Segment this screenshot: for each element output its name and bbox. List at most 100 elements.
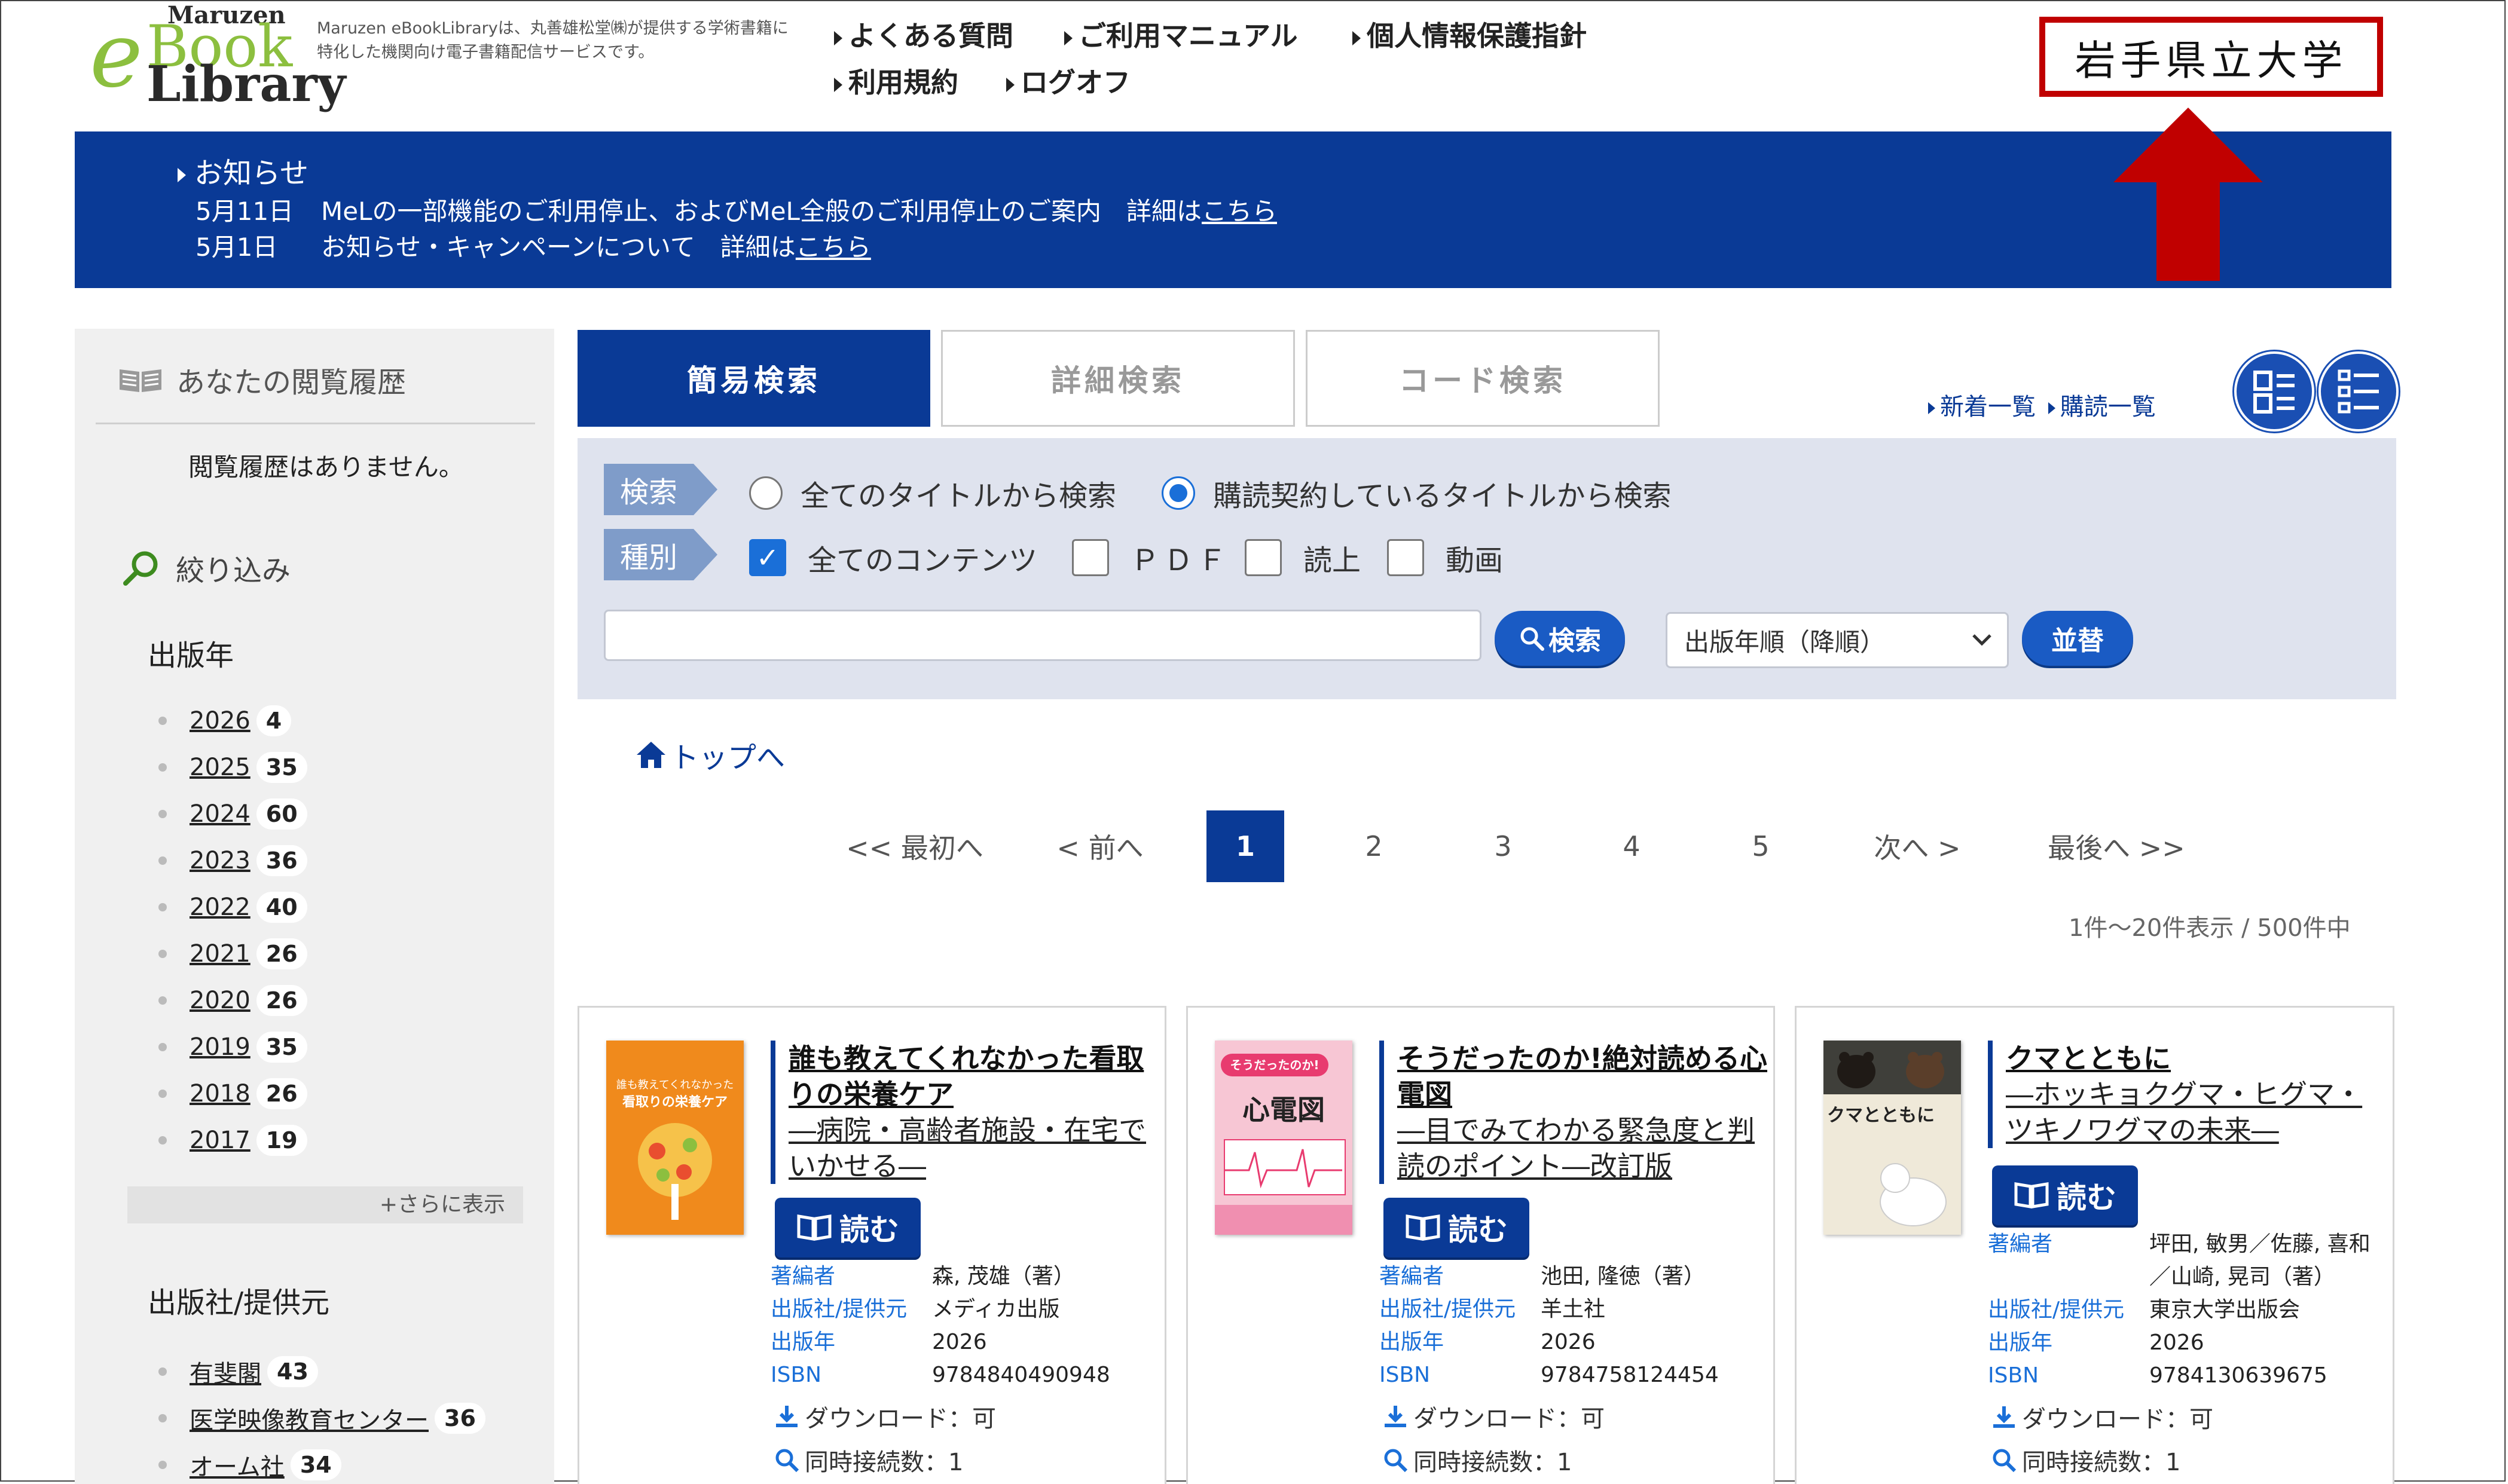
checkbox[interactable]	[1072, 539, 1109, 576]
year-filter-link[interactable]: 2026	[190, 707, 251, 735]
subscribed-list-link[interactable]: 購読一覧	[2048, 393, 2156, 421]
publisher-filter-item[interactable]: 医学映像教育センター 36	[158, 1401, 485, 1436]
publisher-filter-item[interactable]: 有斐閣 43	[158, 1354, 318, 1389]
checkbox[interactable]	[1387, 539, 1424, 576]
publisher-filter-item[interactable]: オーム社 34	[158, 1448, 341, 1482]
radio-button-selected[interactable]	[1162, 476, 1195, 510]
top-link[interactable]: トップへ	[636, 734, 785, 776]
checkbox-checked[interactable]: ✓	[749, 539, 786, 576]
bear-photo-icon	[1837, 1052, 1944, 1088]
tree-illustration-icon	[638, 1123, 712, 1220]
year-filter-item[interactable]: 2026 4	[158, 705, 292, 736]
notice-heading: お知らせ	[178, 149, 308, 191]
book-cover-image[interactable]: そうだったのか! 心電図	[1215, 1041, 1352, 1235]
book-cover-image[interactable]: クマとともに	[1823, 1041, 1961, 1235]
book-subtitle[interactable]: ―目でみてわかる緊急度と判読のポイント―改訂版	[1397, 1112, 1768, 1184]
year-filter-link[interactable]: 2024	[190, 800, 251, 828]
read-button-label: 読む	[839, 1213, 899, 1247]
type-option-video[interactable]: 動画	[1387, 537, 1503, 579]
nav-manual[interactable]: ご利用マニュアル	[1064, 14, 1298, 54]
year-filter-link[interactable]: 2021	[190, 940, 251, 968]
year-filter-item[interactable]: 2023 36	[158, 845, 307, 876]
type-option-all[interactable]: ✓ 全てのコンテンツ	[749, 537, 1037, 579]
history-title-label: あなたの閲覧履歴	[176, 366, 407, 399]
read-button[interactable]: 読む	[775, 1198, 921, 1257]
scope-option-all[interactable]: 全てのタイトルから検索	[749, 472, 1116, 514]
year-filter-link[interactable]: 2018	[190, 1080, 251, 1107]
book-title-link[interactable]: そうだったのか!絶対読める心電図	[1397, 1041, 1768, 1112]
book-subtitle[interactable]: ―ホッキョクグマ・ヒグマ・ツキノワグマの未来―	[2006, 1076, 2376, 1148]
institution-name-box: 岩手県立大学	[2039, 17, 2383, 97]
year-filter-link[interactable]: 2022	[190, 894, 251, 921]
year-filter-item[interactable]: 2019 35	[158, 1032, 307, 1063]
type-option-readaloud[interactable]: 読上	[1245, 537, 1361, 579]
year-filter-link[interactable]: 2025	[190, 754, 251, 781]
year-filter-item[interactable]: 2021 26	[158, 938, 307, 969]
search-icon	[1993, 1449, 2017, 1473]
bullet	[158, 950, 167, 958]
concurrent-users-label: 同時接続数：1	[805, 1449, 964, 1476]
open-book-icon	[2014, 1182, 2049, 1208]
notice-detail-link[interactable]: こちら	[796, 232, 871, 262]
search-button[interactable]: 検索	[1495, 611, 1625, 666]
page-current[interactable]: 1	[1206, 810, 1284, 882]
year-filter-item[interactable]: 2024 60	[158, 798, 307, 830]
read-button[interactable]: 読む	[1383, 1198, 1529, 1257]
bullet	[158, 1367, 167, 1376]
page-number[interactable]: 5	[1725, 810, 1797, 882]
list-view-button[interactable]	[2318, 351, 2399, 432]
book-cover-image[interactable]: 誰も教えてくれなかった 看取りの栄養ケア	[606, 1041, 744, 1235]
notice-text: お知らせ・キャンペーンについて 詳細は	[321, 232, 796, 262]
scope-option-subscribed[interactable]: 購読契約しているタイトルから検索	[1162, 472, 1672, 514]
year-filter-link[interactable]: 2019	[190, 1033, 251, 1061]
tab-code-search[interactable]: コード検索	[1306, 330, 1660, 427]
checkbox[interactable]	[1245, 539, 1282, 576]
grid-view-button[interactable]	[2234, 351, 2314, 432]
book-title-link[interactable]: クマとともに	[2006, 1041, 2376, 1076]
year-filter-item[interactable]: 2018 26	[158, 1078, 307, 1109]
nav-logoff[interactable]: ログオフ	[1006, 61, 1131, 100]
read-button[interactable]: 読む	[1992, 1165, 2138, 1225]
year-filter-item[interactable]: 2020 26	[158, 985, 307, 1016]
ecg-illustration	[1224, 1139, 1346, 1195]
new-arrivals-link[interactable]: 新着一覧	[1928, 393, 2036, 421]
book-subtitle[interactable]: ―病院・高齢者施設・在宅でいかせる―	[789, 1112, 1159, 1184]
meta-isbn: 9784840490948	[932, 1363, 1110, 1387]
page-first[interactable]: << 最初へ	[843, 810, 986, 882]
sort-select[interactable]: 出版年順（降順）	[1666, 612, 2009, 668]
year-filter-link[interactable]: 2020	[190, 987, 251, 1014]
notice-date: 5月1日	[195, 232, 278, 262]
publisher-filter-link[interactable]: 有斐閣	[190, 1354, 261, 1389]
publisher-filter-link[interactable]: 医学映像教育センター	[190, 1401, 429, 1436]
page-number[interactable]: 4	[1596, 810, 1667, 882]
year-filter-item[interactable]: 2025 35	[158, 752, 307, 783]
nav-terms[interactable]: 利用規約	[834, 61, 958, 100]
search-input[interactable]	[604, 610, 1481, 661]
publisher-filter-link[interactable]: オーム社	[190, 1448, 285, 1482]
tab-advanced-search[interactable]: 詳細検索	[941, 330, 1295, 427]
show-more-button[interactable]: +さらに表示	[127, 1186, 523, 1223]
year-filter-link[interactable]: 2023	[190, 847, 251, 874]
download-icon	[1385, 1406, 1406, 1427]
triangle-icon	[1352, 30, 1361, 45]
radio-button[interactable]	[749, 476, 783, 510]
triangle-icon	[834, 30, 842, 45]
notice-detail-link[interactable]: こちら	[1202, 197, 1277, 226]
year-filter-item[interactable]: 2017 19	[158, 1125, 307, 1156]
book-title-link[interactable]: 誰も教えてくれなかった看取りの栄養ケア	[789, 1041, 1159, 1112]
year-filter-link[interactable]: 2017	[190, 1127, 251, 1154]
nav-privacy[interactable]: 個人情報保護指針	[1352, 14, 1587, 54]
sort-button[interactable]: 並替	[2022, 611, 2133, 666]
page-next[interactable]: 次へ >	[1867, 810, 1968, 882]
tab-simple-search[interactable]: 簡易検索	[578, 330, 930, 427]
publisher-filter-count: 34	[290, 1449, 341, 1480]
triangle-icon	[834, 77, 842, 92]
year-filter-item[interactable]: 2022 40	[158, 892, 307, 923]
nav-faq[interactable]: よくある質問	[834, 14, 1013, 54]
new-arrivals-label: 新着一覧	[1940, 393, 2036, 421]
page-prev[interactable]: < 前へ	[1052, 810, 1148, 882]
page-number[interactable]: 3	[1467, 810, 1539, 882]
type-option-pdf[interactable]: ＰＤＦ	[1072, 537, 1231, 579]
page-number[interactable]: 2	[1338, 810, 1410, 882]
page-last[interactable]: 最後へ >>	[2045, 810, 2188, 882]
